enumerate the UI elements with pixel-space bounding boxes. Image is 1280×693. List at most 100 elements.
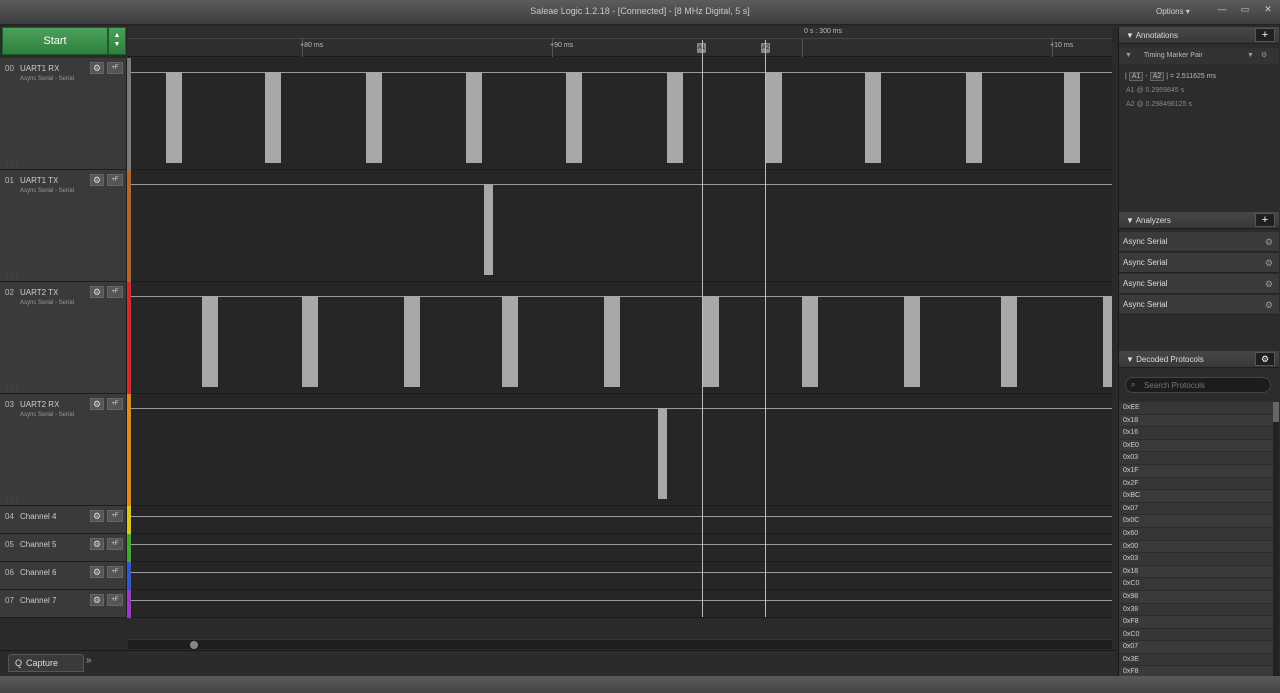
channel-trigger-button[interactable]: +F <box>107 594 123 606</box>
channel-settings-gear-icon[interactable]: ⚙ <box>90 566 104 578</box>
search-protocols-box[interactable]: ⌕ <box>1125 377 1271 393</box>
channel-00-label[interactable]: 00 UART1 RX Async Serial - Serial ⚙ +F ⋮… <box>0 58 127 170</box>
decoded-scroll-thumb[interactable] <box>1273 402 1279 422</box>
waveform-pulse <box>802 296 818 387</box>
channel-04-label[interactable]: 04 Channel 4 ⚙ +F <box>0 506 127 534</box>
list-item[interactable]: 0x1F <box>1119 464 1273 478</box>
channel-trigger-button[interactable]: +F <box>107 398 123 410</box>
marker-pair-gear-icon[interactable]: ⚙ <box>1261 48 1267 64</box>
add-analyzer-button[interactable]: + <box>1255 213 1275 227</box>
channel-name[interactable]: Channel 6 <box>20 568 56 577</box>
marker-pair-dropdown-icon[interactable]: ▼ <box>1247 48 1254 64</box>
channel-name[interactable]: Channel 5 <box>20 540 56 549</box>
channel-04-waveform[interactable] <box>131 506 1112 534</box>
channel-01-label[interactable]: 01 UART1 TX Async Serial - Serial ⚙ +F ⋮… <box>0 170 127 282</box>
marker-a2-line[interactable] <box>765 40 766 617</box>
channel-drag-grip-icon[interactable]: ⋮⋮⋮ <box>4 384 20 391</box>
list-item[interactable]: 0x2F <box>1119 478 1273 491</box>
channel-name[interactable]: UART1 RX <box>20 64 59 73</box>
list-item[interactable]: 0xF8 <box>1119 666 1273 676</box>
capture-tab[interactable]: Q Capture <box>8 654 84 672</box>
list-item[interactable]: 0x18 <box>1119 414 1273 428</box>
list-item[interactable]: 0x0C <box>1119 515 1273 528</box>
list-item[interactable]: 0xF8 <box>1119 616 1273 629</box>
minimize-icon[interactable]: — <box>1212 3 1232 17</box>
start-button[interactable]: Start <box>2 27 108 55</box>
analyzer-item[interactable]: Async Serial ⚙ <box>1119 232 1279 252</box>
more-tabs-icon[interactable]: » <box>86 655 102 671</box>
channel-name[interactable]: UART1 TX <box>20 176 58 185</box>
analyzer-gear-icon[interactable]: ⚙ <box>1265 295 1273 315</box>
channel-settings-gear-icon[interactable]: ⚙ <box>90 62 104 74</box>
channel-settings-gear-icon[interactable]: ⚙ <box>90 594 104 606</box>
channel-name[interactable]: Channel 7 <box>20 596 56 605</box>
channel-trigger-button[interactable]: +F <box>107 62 123 74</box>
decoded-scrollbar[interactable] <box>1273 402 1279 676</box>
channel-drag-grip-icon[interactable]: ⋮⋮⋮ <box>4 272 20 279</box>
channel-trigger-button[interactable]: +F <box>107 286 123 298</box>
options-button[interactable]: Options ▾ <box>1156 7 1190 16</box>
channel-settings-gear-icon[interactable]: ⚙ <box>90 538 104 550</box>
channel-07-label[interactable]: 07 Channel 7 ⚙ +F <box>0 590 127 618</box>
analyzer-item[interactable]: Async Serial ⚙ <box>1119 253 1279 273</box>
channel-drag-grip-icon[interactable]: ⋮⋮⋮ <box>4 496 20 503</box>
list-item[interactable]: 0x18 <box>1119 565 1273 579</box>
annotation-marker-pair-row[interactable]: ▼ Timing Marker Pair ▼ ⚙ <box>1119 48 1279 64</box>
horizontal-scrollbar[interactable] <box>128 639 1112 649</box>
time-ruler[interactable]: 0 s : 300 ms +80 ms +90 ms +10 ms A1 A2 <box>128 27 1112 57</box>
list-item[interactable]: 0xE0 <box>1119 439 1273 453</box>
list-item[interactable]: 0x3E <box>1119 654 1273 667</box>
channel-name[interactable]: Channel 4 <box>20 512 56 521</box>
list-item[interactable]: 0x16 <box>1119 427 1273 440</box>
channel-07-waveform[interactable] <box>131 590 1112 618</box>
channel-06-waveform[interactable] <box>131 562 1112 590</box>
channel-03-waveform[interactable] <box>131 394 1112 506</box>
channel-06-label[interactable]: 06 Channel 6 ⚙ +F <box>0 562 127 590</box>
channel-settings-gear-icon[interactable]: ⚙ <box>90 510 104 522</box>
close-icon[interactable]: ✕ <box>1258 3 1278 17</box>
list-item[interactable]: 0xC0 <box>1119 578 1273 591</box>
analyzer-gear-icon[interactable]: ⚙ <box>1265 232 1273 252</box>
list-item[interactable]: 0x03 <box>1119 452 1273 465</box>
channel-trigger-button[interactable]: +F <box>107 566 123 578</box>
channel-trigger-button[interactable]: +F <box>107 538 123 550</box>
channel-name[interactable]: UART2 TX <box>20 288 58 297</box>
channel-settings-gear-icon[interactable]: ⚙ <box>90 398 104 410</box>
marker-a1-line[interactable] <box>702 40 703 617</box>
list-item[interactable]: 0x03 <box>1119 553 1273 566</box>
list-item[interactable]: 0x00 <box>1119 540 1273 554</box>
channel-05-waveform[interactable] <box>131 534 1112 562</box>
channel-name[interactable]: UART2 RX <box>20 400 59 409</box>
list-item[interactable]: 0x07 <box>1119 503 1273 516</box>
channel-05-label[interactable]: 05 Channel 5 ⚙ +F <box>0 534 127 562</box>
restore-icon[interactable]: ▭ <box>1235 3 1255 17</box>
list-item[interactable]: 0x98 <box>1119 590 1273 604</box>
channel-settings-gear-icon[interactable]: ⚙ <box>90 174 104 186</box>
channel-02-label[interactable]: 02 UART2 TX Async Serial - Serial ⚙ +F ⋮… <box>0 282 127 394</box>
channel-01-waveform[interactable] <box>131 170 1112 282</box>
list-item[interactable]: 0x38 <box>1119 604 1273 617</box>
list-item[interactable]: 0xBC <box>1119 490 1273 503</box>
search-protocols-input[interactable] <box>1144 379 1264 391</box>
filter-icon[interactable]: ▼ <box>1125 52 1132 59</box>
channel-02-waveform[interactable] <box>131 282 1112 394</box>
add-annotation-button[interactable]: + <box>1255 28 1275 42</box>
channel-03-label[interactable]: 03 UART2 RX Async Serial - Serial ⚙ +F ⋮… <box>0 394 127 506</box>
decoded-settings-gear-icon[interactable]: ⚙ <box>1255 352 1275 366</box>
analyzer-gear-icon[interactable]: ⚙ <box>1265 274 1273 294</box>
channel-trigger-button[interactable]: +F <box>107 174 123 186</box>
list-item[interactable]: 0xC0 <box>1119 629 1273 642</box>
analyzer-item[interactable]: Async Serial ⚙ <box>1119 295 1279 315</box>
start-options-arrows-icon[interactable]: ▲ ▼ <box>108 27 126 55</box>
analyzer-gear-icon[interactable]: ⚙ <box>1265 253 1273 273</box>
horizontal-scroll-thumb[interactable] <box>190 641 198 649</box>
analyzer-item[interactable]: Async Serial ⚙ <box>1119 274 1279 294</box>
decoded-protocols-list[interactable]: 0xEE 0x18 0x16 0xE0 0x03 0x1F 0x2F 0xBC … <box>1119 402 1273 676</box>
list-item[interactable]: 0xEE <box>1119 402 1273 415</box>
channel-trigger-button[interactable]: +F <box>107 510 123 522</box>
channel-settings-gear-icon[interactable]: ⚙ <box>90 286 104 298</box>
list-item[interactable]: 0x60 <box>1119 528 1273 541</box>
list-item[interactable]: 0x07 <box>1119 641 1273 654</box>
channel-00-waveform[interactable] <box>131 58 1112 170</box>
channel-drag-grip-icon[interactable]: ⋮⋮⋮ <box>4 160 20 167</box>
